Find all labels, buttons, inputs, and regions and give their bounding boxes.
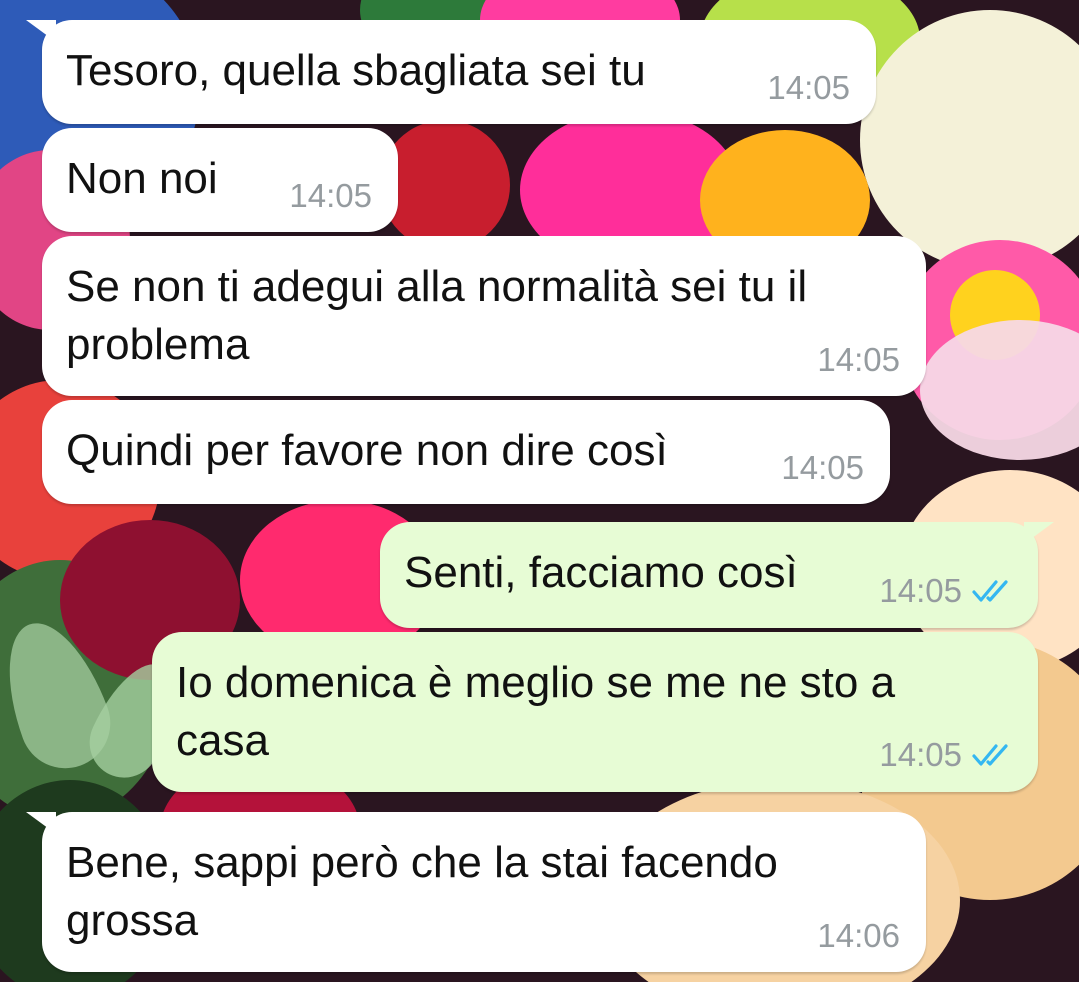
message-line: casa: [176, 716, 269, 765]
message-timestamp: 14:05: [817, 341, 900, 378]
message-timestamp: 14:05: [781, 449, 864, 486]
message-bubble-incoming[interactable]: Se non ti adegui alla normalità sei tu i…: [42, 236, 926, 396]
message-meta: 14:05: [879, 736, 1016, 774]
double-check-read-icon: [972, 580, 1008, 602]
message-bubble-outgoing[interactable]: Io domenica è meglio se me ne sto a casa…: [152, 632, 1038, 792]
message-timestamp: 14:05: [767, 69, 850, 106]
bubble-tail: [26, 812, 56, 834]
message-meta: 14:05: [781, 449, 864, 487]
message-text: Senti, facciamo così: [404, 544, 798, 602]
message-bubble-outgoing[interactable]: Senti, facciamo così 14:05: [380, 522, 1054, 628]
message-line: Senti, facciamo così: [404, 548, 798, 597]
message-text: Quindi per favore non dire così: [66, 422, 668, 480]
message-timestamp: 14:05: [879, 736, 962, 773]
message-meta: 14:05: [879, 572, 1016, 610]
message-text: Io domenica è meglio se me ne sto a casa: [176, 654, 895, 770]
bubble-tail: [1024, 522, 1054, 544]
message-line: problema: [66, 320, 250, 369]
message-text: Non noi: [66, 150, 218, 208]
message-text: Bene, sappi però che la stai facendo gro…: [66, 834, 778, 950]
message-bubble-incoming[interactable]: Bene, sappi però che la stai facendo gro…: [26, 812, 926, 972]
message-line: grossa: [66, 896, 199, 945]
bubble-tail: [26, 20, 56, 42]
message-bubble-incoming[interactable]: Non noi 14:05: [42, 128, 398, 232]
message-text: Se non ti adegui alla normalità sei tu i…: [66, 258, 807, 374]
message-line: Non noi: [66, 154, 218, 203]
message-line: Bene, sappi però che la stai facendo: [66, 838, 778, 887]
message-text: Tesoro, quella sbagliata sei tu: [66, 42, 646, 100]
message-timestamp: 14:05: [879, 572, 962, 609]
message-meta: 14:05: [289, 177, 372, 215]
message-meta: 14:06: [817, 917, 900, 955]
message-line: Tesoro, quella sbagliata sei tu: [66, 46, 646, 95]
message-bubble-incoming[interactable]: Tesoro, quella sbagliata sei tu 14:05: [26, 20, 876, 124]
message-line: Se non ti adegui alla normalità sei tu i…: [66, 262, 808, 311]
message-timestamp: 14:06: [817, 917, 900, 954]
message-bubble-incoming[interactable]: Quindi per favore non dire così 14:05: [42, 400, 890, 504]
chat-view[interactable]: Tesoro, quella sbagliata sei tu 14:05 No…: [0, 0, 1079, 982]
double-check-read-icon: [972, 744, 1008, 766]
message-line: Io domenica è meglio se me ne sto a: [176, 658, 896, 707]
message-line: Quindi per favore non dire così: [66, 426, 668, 475]
message-meta: 14:05: [767, 69, 850, 107]
message-timestamp: 14:05: [289, 177, 372, 214]
message-meta: 14:05: [817, 341, 900, 379]
